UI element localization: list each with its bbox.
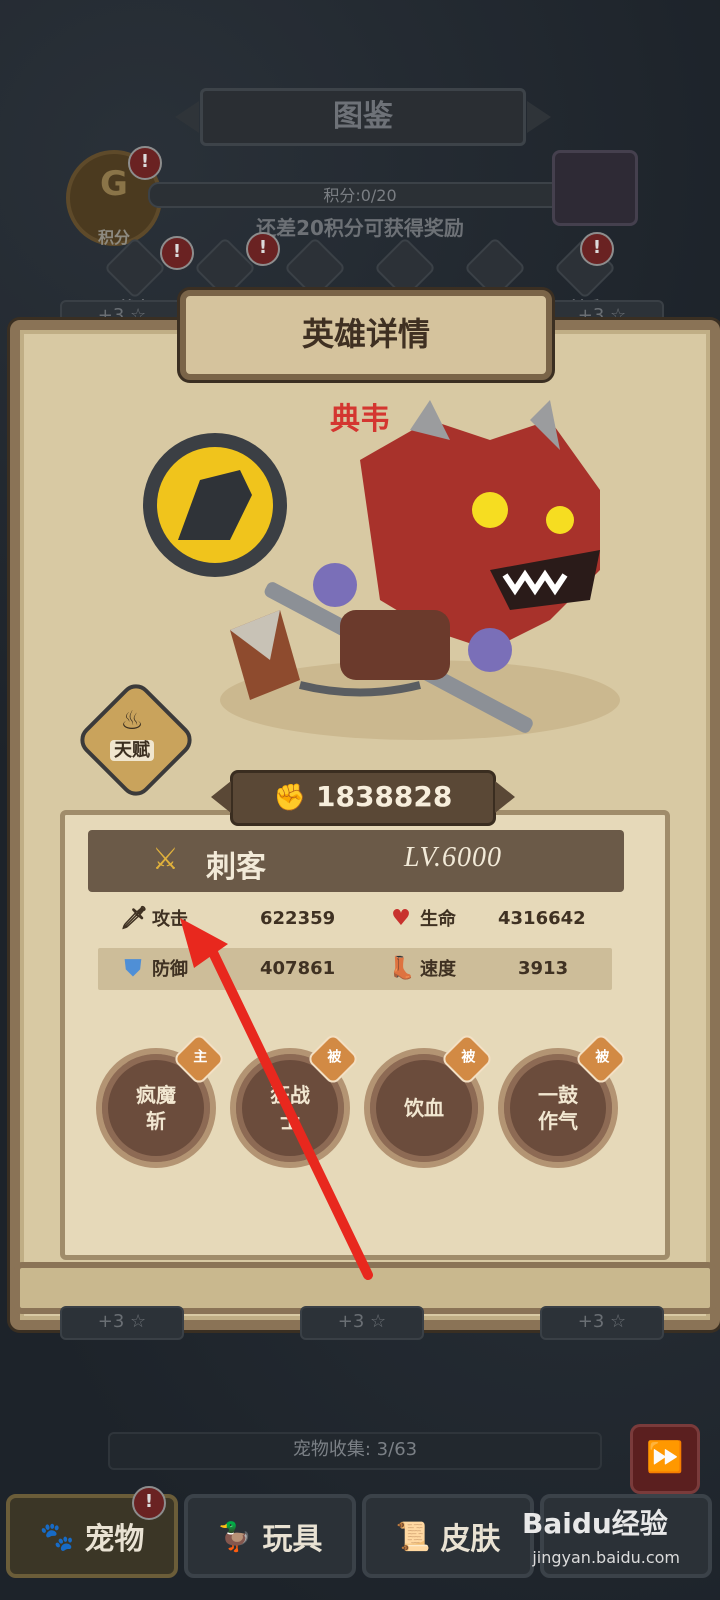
heart-icon: ♥ (391, 906, 411, 931)
nav-tab-skins[interactable]: 📜 皮肤 (362, 1494, 534, 1578)
skill-type-label: 被 (327, 1049, 342, 1066)
page-title: 图鉴 (175, 88, 551, 146)
hero-class: 刺客 (206, 850, 266, 885)
stat-label: 速度 (420, 959, 456, 980)
skill-type-label: 主 (193, 1049, 208, 1066)
nav-tab-label: 宠物 (84, 1522, 145, 1557)
alert-icon: ! (246, 232, 280, 266)
stat-value: 3913 (518, 958, 569, 979)
stat-defense: ⛊ 防御 407861 (120, 948, 335, 990)
assassin-class-icon: ⚔ (152, 842, 179, 877)
nav-tab-toys[interactable]: 🦆 玩具 (184, 1494, 356, 1578)
behind-plus-label: +3 ☆ (60, 1306, 184, 1340)
stat-attack: 🗡 攻击 622359 (120, 898, 335, 940)
fist-icon: ✊ (273, 783, 306, 813)
alert-icon: ! (580, 232, 614, 266)
warrior-icon (103, 236, 167, 300)
sword-icon: 🗡 (120, 906, 148, 931)
nav-tab-label: 玩具 (262, 1522, 323, 1557)
fast-forward-button[interactable]: ⏩ (630, 1424, 700, 1494)
skill-type-label: 被 (595, 1049, 610, 1066)
hero-portrait (143, 400, 620, 740)
duck-icon: 🦆 (217, 1519, 253, 1553)
stat-value: 622359 (260, 908, 336, 929)
alert-icon: ! (128, 146, 162, 180)
behind-plus-label: +3 ☆ (540, 1306, 664, 1340)
stat-label: 攻击 (152, 909, 188, 930)
watermark: Baidu经验 (522, 1507, 668, 1540)
combat-power: ✊ 1838828 (211, 770, 515, 826)
pet-collection-count: 宠物收集: 3/63 (108, 1432, 602, 1470)
stat-hp: ♥ 生命 4316642 (388, 898, 586, 940)
panel-title: 英雄详情 (180, 290, 552, 380)
flame-icon: ♨ (120, 706, 144, 736)
stat-label: 生命 (420, 909, 456, 930)
skill-type-label: 被 (461, 1049, 476, 1066)
scroll-icon: 📜 (395, 1519, 431, 1553)
combat-power-value: 1838828 (315, 780, 453, 813)
stat-row: ⛊ 防御 407861 👢 速度 3913 (98, 948, 612, 990)
nav-tab-label: 皮肤 (440, 1522, 501, 1557)
talent-button[interactable]: ♨ 天赋 (92, 696, 172, 776)
reward-chest-icon[interactable] (552, 150, 638, 226)
alert-icon: ! (160, 236, 194, 270)
stat-value: 4316642 (498, 908, 586, 929)
stat-value: 407861 (260, 958, 336, 979)
hero-level: LV.6000 (404, 842, 503, 873)
paw-icon: 🐾 (39, 1519, 75, 1553)
skills-list: 疯魔 斩 狂战 士 饮血 一鼓 作气 (96, 1048, 618, 1168)
stat-speed: 👢 速度 3913 (388, 948, 568, 990)
talent-label: 天赋 (110, 740, 154, 761)
alert-icon: ! (132, 1486, 166, 1520)
shield-icon: ⛊ (124, 956, 142, 981)
stat-row: 🗡 攻击 622359 ♥ 生命 4316642 (98, 898, 612, 940)
behind-plus-label: +3 ☆ (300, 1306, 424, 1340)
boot-icon: 👢 (388, 956, 416, 981)
stat-label: 防御 (152, 959, 188, 980)
watermark-url: jingyan.baidu.com (532, 1548, 680, 1567)
